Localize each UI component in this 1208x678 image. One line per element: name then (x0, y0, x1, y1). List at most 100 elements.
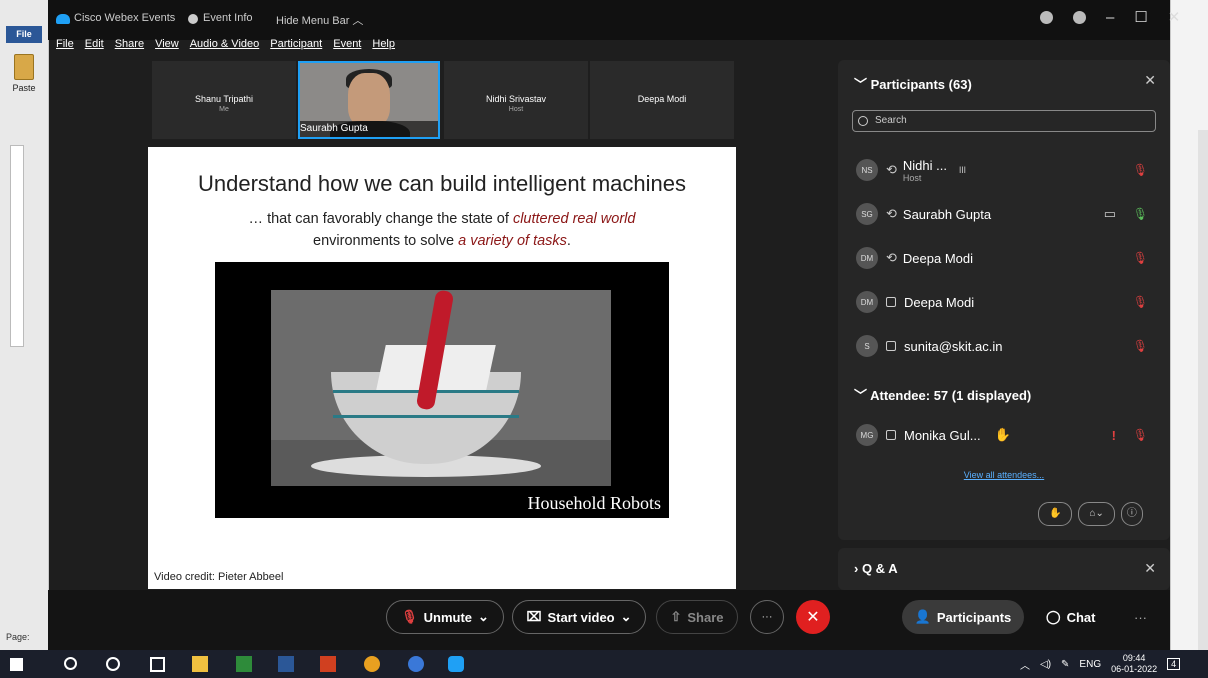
attendee-section-header[interactable]: ﹀ Attendee: 57 (1 displayed) (854, 385, 1031, 404)
video-tile[interactable]: Shanu Tripathi Me (152, 61, 296, 139)
share-button[interactable]: ⇧ Share (656, 600, 738, 634)
slide-emphasis: cluttered real world (512, 211, 636, 227)
mic-muted-icon[interactable]: 🎙 (1133, 295, 1148, 309)
participant-row[interactable]: NS ⟲ Nidhi ... Host ǀǀǀ 🎙 (856, 155, 1156, 185)
participant-row[interactable]: DM Deepa Modi 🎙 (856, 287, 1156, 317)
video-caption: Household Robots (527, 493, 661, 513)
participants-button[interactable]: 👤 Participants (902, 600, 1024, 634)
search-input[interactable]: Search (852, 110, 1156, 132)
chevron-down-icon[interactable]: ⌄ (621, 609, 632, 625)
panel-title-text: Participants (63) (870, 77, 972, 92)
attendee-row[interactable]: MG Monika Gul... ✋ ! 🎙 (856, 420, 1156, 450)
mic-muted-icon: 🎙 (401, 609, 418, 624)
avatar: S (856, 335, 878, 357)
avatar: NS (856, 159, 878, 181)
leave-meeting-button[interactable]: ✕ (796, 600, 830, 634)
menu-edit[interactable]: Edit (85, 38, 104, 50)
video-tile[interactable]: Nidhi Srivastav Host (444, 61, 588, 139)
mic-muted-icon[interactable]: 🎙 (1133, 163, 1148, 177)
active-speaker-tile[interactable]: Saurabh Gupta (298, 61, 440, 139)
reactions-button[interactable]: ⌂⌄ (1078, 502, 1115, 526)
window-controls: – ☐ ✕ (1040, 8, 1180, 26)
tile-role: Me (219, 106, 229, 113)
mic-muted-icon[interactable]: 🎙 (1133, 428, 1148, 442)
menu-file[interactable]: File (56, 38, 74, 50)
task-view-icon[interactable] (150, 657, 165, 672)
info-icon[interactable]: ⓘ (1120, 502, 1143, 526)
more-options-button[interactable]: ··· (750, 600, 784, 634)
alert-icon: ! (1111, 427, 1116, 443)
maximize-button[interactable]: ☐ (1134, 8, 1147, 26)
pen-icon[interactable]: ✎ (1061, 659, 1069, 670)
settings-icon[interactable] (1040, 10, 1053, 24)
windows-start-icon[interactable] (10, 658, 23, 671)
camera-off-icon: ⌧ (526, 609, 542, 624)
hide-menu-bar-button[interactable]: Hide Menu Bar ︿ (276, 12, 363, 28)
clock[interactable]: 09:44 06-01-2022 (1111, 653, 1157, 675)
language-indicator[interactable]: ENG (1079, 659, 1101, 670)
mic-muted-icon[interactable]: 🎙 (1133, 251, 1148, 265)
participants-label: Participants (936, 609, 1012, 625)
notification-icon[interactable]: 4 (1167, 658, 1181, 670)
chrome-icon[interactable] (364, 656, 380, 672)
participant-row[interactable]: S sunita@skit.ac.in 🎙 (856, 331, 1156, 361)
chevron-up-icon[interactable]: ︿ (1020, 657, 1030, 672)
robot-video-frame (271, 290, 611, 486)
minimize-button[interactable]: – (1106, 9, 1114, 26)
word-scrollbar[interactable] (1198, 130, 1208, 650)
camera-icon: ▭ (1103, 206, 1116, 221)
connection-icon[interactable] (1073, 10, 1086, 24)
app-title: Cisco Webex Events (74, 12, 176, 24)
word-file-tab[interactable]: File (6, 26, 42, 43)
view-all-attendees-link[interactable]: View all attendees... (838, 470, 1170, 480)
presenter-icon: ⟲ (886, 162, 897, 177)
search-icon[interactable] (64, 657, 77, 670)
avatar: DM (856, 291, 878, 313)
video-tile[interactable]: Deepa Modi (590, 61, 734, 139)
menu-share[interactable]: Share (115, 38, 144, 50)
menu-event[interactable]: Event (333, 38, 361, 50)
participant-row[interactable]: DM ⟲ Deepa Modi 🎙 (856, 243, 1156, 273)
webex-taskbar-icon[interactable] (448, 656, 464, 672)
qa-panel[interactable]: › Q & A ✕ (838, 548, 1170, 590)
volume-icon[interactable]: ◁) (1040, 659, 1051, 670)
word-icon[interactable] (278, 656, 294, 672)
raise-hand-button[interactable]: ✋ (1038, 502, 1073, 526)
menu-participant[interactable]: Participant (270, 38, 322, 50)
participants-panel: ﹀ Participants (63) ✕ Search NS ⟲ Nidhi … (838, 60, 1170, 540)
webex-logo-icon (56, 14, 70, 24)
close-button[interactable]: ✕ (1168, 8, 1181, 26)
menu-view[interactable]: View (155, 38, 179, 50)
powerpoint-icon[interactable] (320, 656, 336, 672)
overflow-menu-button[interactable]: ··· (1134, 610, 1147, 625)
cortana-icon[interactable] (106, 657, 120, 671)
excel-icon[interactable] (236, 656, 252, 672)
close-icon[interactable]: ✕ (1144, 72, 1156, 89)
word-paste-button[interactable]: Paste (6, 54, 42, 104)
tile-name: Nidhi Srivastav (485, 94, 547, 104)
participant-row[interactable]: SG ⟲ Saurabh Gupta ▭ 🎙 (856, 199, 1156, 229)
media-icon[interactable] (408, 656, 424, 672)
slide-text: environments to solve (313, 233, 459, 249)
presenter-icon: ⟲ (886, 206, 897, 221)
slide-text: … that can favorably change the state of (248, 211, 513, 227)
unmute-button[interactable]: 🎙 Unmute ⌄ (386, 600, 504, 634)
mic-on-icon[interactable]: 🎙 (1133, 207, 1148, 221)
search-icon (858, 116, 868, 126)
file-explorer-icon[interactable] (192, 656, 208, 672)
menu-audio-video[interactable]: Audio & Video (190, 38, 260, 50)
participants-icon: 👤 (914, 609, 931, 624)
raise-hand-icon: ✋ (994, 427, 1011, 442)
info-icon[interactable] (188, 14, 198, 24)
attendee-header-text: Attendee: 57 (1 displayed) (870, 388, 1032, 403)
event-info-link[interactable]: Event Info (203, 12, 253, 24)
panel-title[interactable]: ﹀ Participants (63) (854, 74, 972, 93)
chevron-down-icon[interactable]: ⌄ (478, 609, 489, 625)
slide-video[interactable]: Household Robots (215, 262, 669, 518)
mic-muted-icon[interactable]: 🎙 (1133, 339, 1148, 353)
menu-help[interactable]: Help (372, 38, 395, 50)
chat-button[interactable]: ◯ Chat (1046, 600, 1095, 634)
slide-emphasis: a variety of tasks (458, 233, 567, 249)
close-icon[interactable]: ✕ (1144, 560, 1156, 577)
start-video-button[interactable]: ⌧ Start video ⌄ (512, 600, 646, 634)
